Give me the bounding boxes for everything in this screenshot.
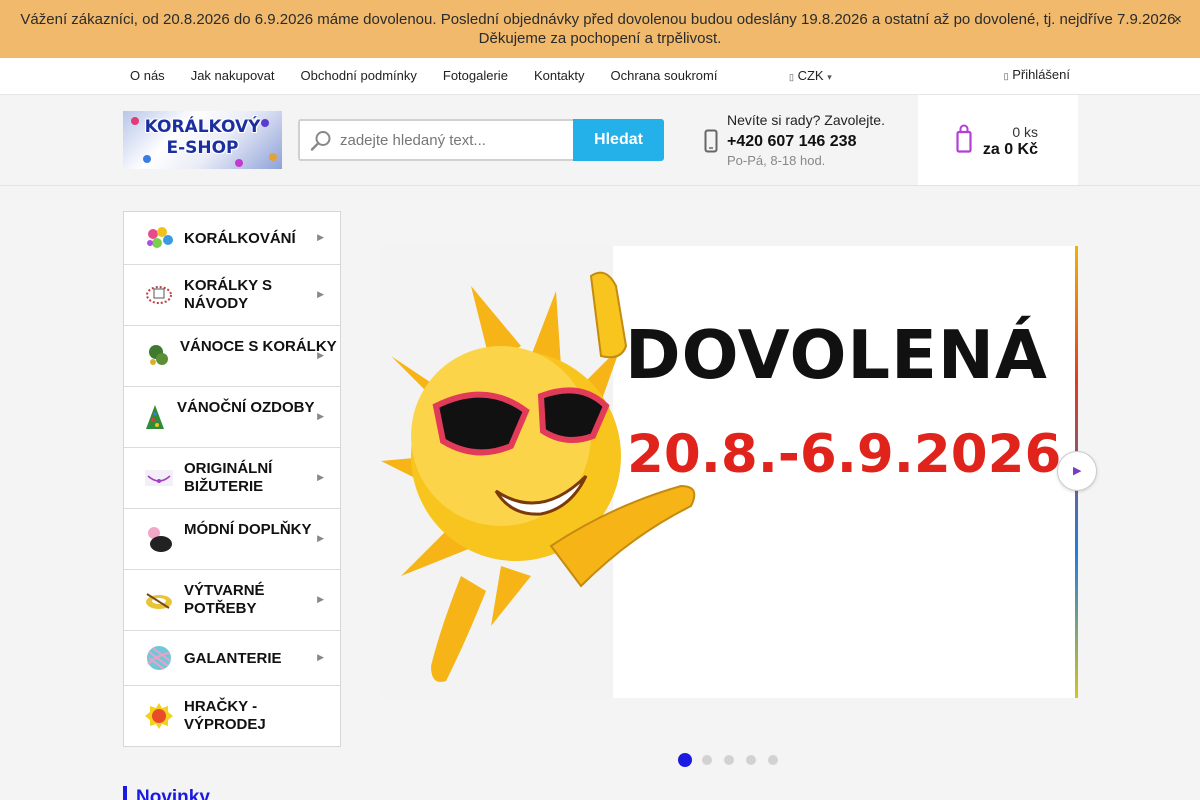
- chevron-right-icon: ▶: [317, 289, 324, 299]
- slider-dot-5[interactable]: [768, 755, 778, 765]
- yarn-ball-thumbnail-icon: [144, 644, 174, 672]
- section-title-new-products: Novinky: [123, 786, 210, 800]
- login-label: Přihlášení: [1012, 67, 1070, 82]
- chevron-right-icon: ▶: [317, 472, 324, 482]
- currency-selector[interactable]: ▯ CZK ▾: [789, 58, 832, 95]
- slider-pagination: [678, 753, 790, 767]
- chevron-right-icon: ▶: [317, 652, 324, 662]
- chevron-right-icon: ▶: [317, 411, 324, 421]
- category-item-originalni-bizuterie[interactable]: Originální bižuterie ▶: [124, 448, 340, 509]
- category-item-vanoce-s-koralky[interactable]: Vánoce s korálky ▶: [124, 326, 340, 387]
- category-item-vanocni-ozdoby[interactable]: Vánoční ozdoby ▶: [124, 387, 340, 448]
- category-item-galanterie[interactable]: Galanterie ▶: [124, 631, 340, 686]
- category-item-modni-doplnky[interactable]: Módní doplňky ▶: [124, 509, 340, 570]
- top-navigation: O nás Jak nakupovat Obchodní podmínky Fo…: [0, 58, 1200, 95]
- nav-link-about[interactable]: O nás: [117, 58, 178, 95]
- nav-link-contacts[interactable]: Kontakty: [521, 58, 598, 95]
- shop-logo[interactable]: KORÁLKOVÝ E-SHOP: [123, 111, 282, 169]
- site-header: KORÁLKOVÝ E-SHOP Hledat Nevíte si rady? …: [0, 95, 1200, 186]
- fashion-hat-thumbnail-icon: [144, 525, 174, 553]
- slider-dot-4[interactable]: [746, 755, 756, 765]
- phone-icon: [704, 129, 718, 158]
- category-item-koralkovani[interactable]: Korálkování ▶: [124, 212, 340, 265]
- login-link[interactable]: ▯ Přihlášení: [1004, 58, 1070, 93]
- nav-link-how-to-buy[interactable]: Jak nakupovat: [178, 58, 288, 95]
- art-supplies-thumbnail-icon: [144, 586, 174, 614]
- category-item-hracky-vyprodej[interactable]: Hračky - výprodej: [124, 686, 340, 747]
- banner-slide[interactable]: DOVOLENÁ 20.8.-6.9.2026: [381, 246, 1078, 698]
- slider-dot-3[interactable]: [724, 755, 734, 765]
- cart-price: za 0 Kč: [982, 141, 1038, 158]
- nav-link-photo-gallery[interactable]: Fotogalerie: [430, 58, 521, 95]
- search-input[interactable]: [340, 129, 570, 151]
- christmas-decoration-thumbnail-icon: [144, 342, 174, 370]
- nav-link-terms[interactable]: Obchodní podmínky: [288, 58, 430, 95]
- category-label: Galanterie: [184, 650, 282, 667]
- chevron-down-icon: ▾: [827, 71, 832, 82]
- christmas-tree-thumbnail-icon: [144, 403, 174, 431]
- category-label: Vánoce s korálky: [180, 338, 337, 355]
- user-icon: ▯: [1003, 70, 1009, 81]
- slider-dot-2[interactable]: [702, 755, 712, 765]
- chevron-right-icon: ▶: [317, 533, 324, 543]
- chevron-right-icon: ▶: [317, 350, 324, 360]
- search-button[interactable]: Hledat: [573, 119, 664, 161]
- chevron-right-icon: ▶: [317, 232, 324, 242]
- currency-label: CZK: [797, 68, 824, 83]
- banner-dates: 20.8.-6.9.2026: [627, 424, 1062, 485]
- chevron-right-icon: ▶: [317, 594, 324, 604]
- category-item-koralky-s-navody[interactable]: Korálky s návody ▶: [124, 265, 340, 326]
- phone-help: Nevíte si rady? Zavolejte. +420 607 146 …: [704, 111, 904, 171]
- sale-badge-thumbnail-icon: [144, 702, 174, 730]
- category-item-vytvarne-potreby[interactable]: Výtvarné potřeby ▶: [124, 570, 340, 631]
- chevron-right-icon: ▶: [1073, 465, 1082, 477]
- slider-next-button[interactable]: ▶: [1057, 451, 1097, 491]
- category-sidebar: Korálkování ▶ Korálky s návody ▶ Vánoce …: [123, 211, 341, 747]
- logo-line-2: E-SHOP: [166, 138, 239, 158]
- category-label: Vánoční ozdoby: [177, 399, 315, 416]
- nav-link-privacy[interactable]: Ochrana soukromí: [598, 58, 731, 95]
- top-nav-links: O nás Jak nakupovat Obchodní podmínky Fo…: [117, 58, 730, 95]
- search-box: Hledat: [298, 119, 664, 161]
- search-icon: [310, 130, 332, 157]
- logo-line-1: KORÁLKOVÝ: [144, 117, 261, 137]
- beads-thumbnail-icon: [144, 224, 174, 252]
- currency-icon: ▯: [789, 71, 794, 82]
- notice-line-1: Vážení zákazníci, od 20.8.2026 do 6.9.20…: [20, 11, 1180, 28]
- close-icon[interactable]: ×: [1173, 10, 1182, 29]
- slider-dot-1[interactable]: [678, 753, 692, 767]
- cart-count: 0 ks: [1012, 124, 1038, 140]
- help-hours: Po-Pá, 8-18 hod.: [727, 153, 826, 168]
- help-question: Nevíte si rady? Zavolejte.: [727, 112, 885, 128]
- category-label: Módní doplňky: [184, 521, 312, 538]
- help-phone-number[interactable]: +420 607 146 238: [727, 133, 856, 151]
- notice-line-2: Děkujeme za pochopení a trpělivost.: [478, 30, 722, 47]
- category-label: Korálkování: [184, 230, 296, 247]
- bracelet-thumbnail-icon: [144, 281, 174, 309]
- jewelry-thumbnail-icon: [144, 464, 174, 492]
- category-label: Hračky - výprodej: [184, 698, 266, 733]
- shopping-bag-icon: [956, 123, 972, 158]
- cart-widget[interactable]: 0 ks za 0 Kč: [918, 95, 1078, 185]
- banner-title: DOVOLENÁ: [625, 316, 1048, 394]
- vacation-notice-bar: Vážení zákazníci, od 20.8.2026 do 6.9.20…: [0, 0, 1200, 58]
